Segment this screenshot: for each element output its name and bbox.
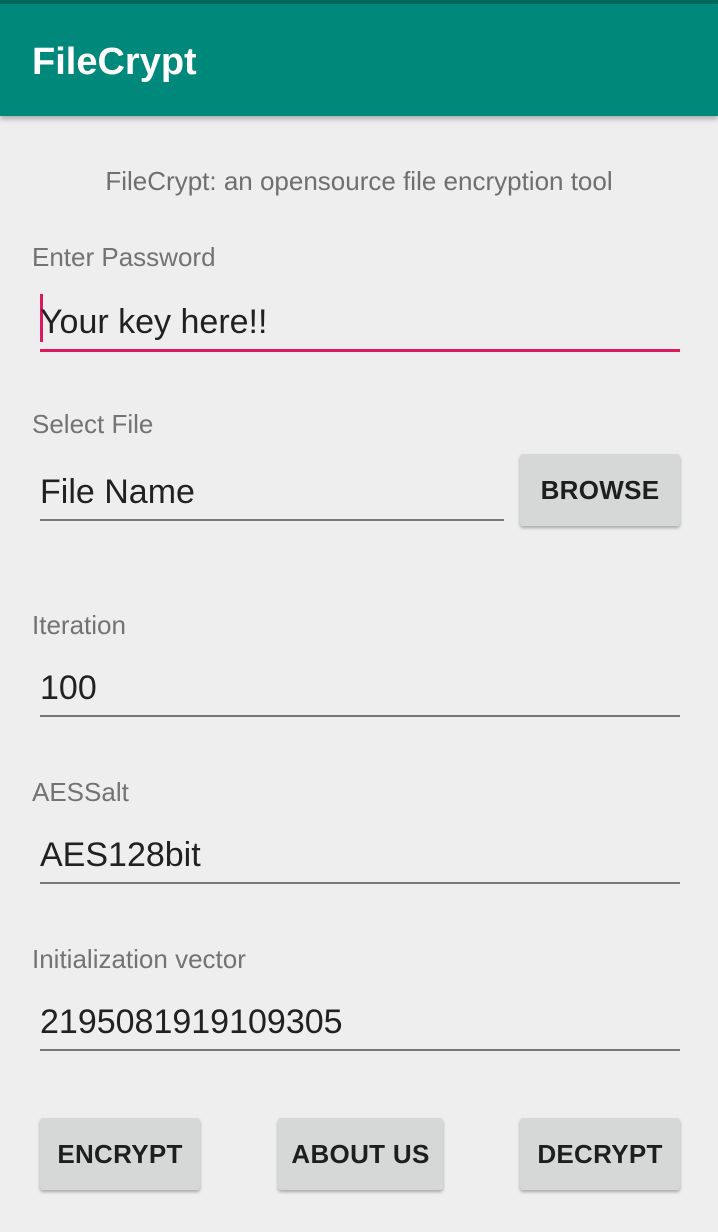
aes-salt-label: AESSalt bbox=[32, 777, 129, 807]
app-bar: FileCrypt bbox=[0, 4, 718, 116]
aes-salt-field[interactable]: AES128bit bbox=[40, 826, 680, 884]
browse-button[interactable]: BROWSE bbox=[520, 454, 680, 526]
iv-value: 2195081919109305 bbox=[40, 1003, 343, 1041]
decrypt-button[interactable]: DECRYPT bbox=[520, 1118, 680, 1190]
app-subtitle: FileCrypt: an opensource file encryption… bbox=[105, 166, 613, 196]
password-field[interactable]: Your key here!! bbox=[40, 294, 680, 352]
iteration-label: Iteration bbox=[32, 610, 126, 640]
password-label: Enter Password bbox=[32, 242, 216, 272]
encrypt-button[interactable]: ENCRYPT bbox=[40, 1118, 200, 1190]
select-file-label: Select File bbox=[32, 409, 154, 439]
about-us-button[interactable]: ABOUT US bbox=[278, 1118, 443, 1190]
iteration-value: 100 bbox=[40, 669, 97, 707]
app-title: FileCrypt bbox=[32, 41, 197, 83]
aes-salt-value: AES128bit bbox=[40, 836, 201, 874]
iv-label: Initialization vector bbox=[32, 944, 246, 974]
iteration-field[interactable]: 100 bbox=[40, 659, 680, 717]
iv-field[interactable]: 2195081919109305 bbox=[40, 993, 680, 1051]
password-value: Your key here!! bbox=[40, 303, 268, 341]
file-name-field[interactable]: File Name bbox=[40, 463, 504, 521]
file-name-value: File Name bbox=[40, 473, 195, 511]
